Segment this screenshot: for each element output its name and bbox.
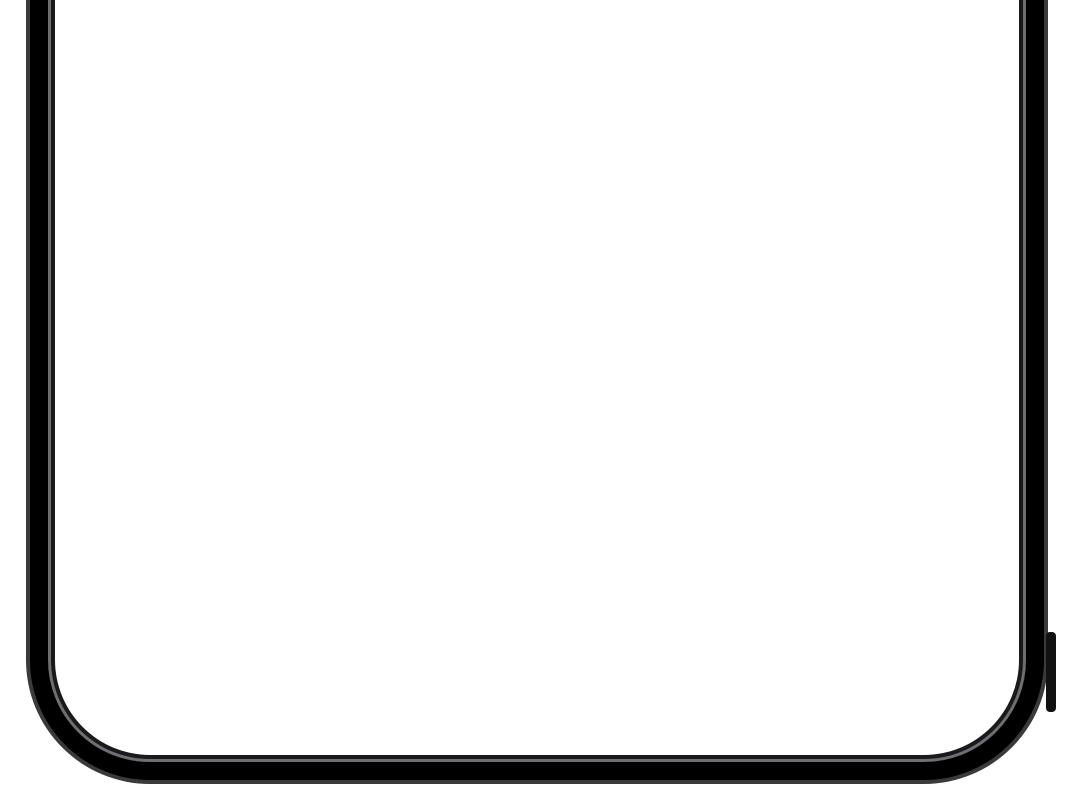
albums-icon xyxy=(621,616,675,668)
row-body: Importe 22,494 xyxy=(186,78,948,178)
row-label: Zuletzt gelöscht xyxy=(200,404,494,452)
phone-screen: Sonstige Importe 22,494 xyxy=(66,0,1008,760)
tab-label: Für dich xyxy=(382,674,469,702)
row-duplicates[interactable]: Duplikate 10,240 xyxy=(126,178,948,278)
row-recently-deleted[interactable]: Zuletzt gelöscht xyxy=(126,378,948,478)
search-icon xyxy=(844,616,898,668)
home-indicator[interactable] xyxy=(387,732,687,742)
chevron-right-icon xyxy=(926,211,948,245)
lock-icon xyxy=(886,413,912,443)
row-label: Importe xyxy=(200,104,342,152)
row-hidden[interactable]: Ausgeblendet xyxy=(126,278,948,378)
duplicate-icon xyxy=(126,206,186,250)
tab-label: Mediathek xyxy=(148,674,259,702)
content-area: Sonstige Importe 22,494 xyxy=(66,0,1008,478)
trash-icon xyxy=(126,406,186,450)
chevron-right-icon xyxy=(926,111,948,145)
tab-label: Suchen xyxy=(830,674,911,702)
import-icon xyxy=(126,106,186,150)
viewport: Sonstige Importe 22,494 xyxy=(0,0,1070,803)
row-count: 10,240 xyxy=(796,206,912,249)
row-label: Ausgeblendet xyxy=(200,304,457,352)
hidden-eye-icon xyxy=(126,306,186,350)
row-body: Zuletzt gelöscht xyxy=(186,378,948,478)
row-count: 22,494 xyxy=(796,106,912,149)
tab-albums[interactable]: Alben xyxy=(537,616,760,702)
utilities-list: Importe 22,494 xyxy=(126,78,948,478)
row-imports[interactable]: Importe 22,494 xyxy=(126,78,948,178)
tab-for-you[interactable]: Für dich xyxy=(315,616,538,702)
library-icon xyxy=(176,616,230,668)
section-title: Sonstige xyxy=(126,0,948,38)
row-body: Duplikate 10,240 xyxy=(186,178,948,278)
chevron-right-icon xyxy=(926,311,948,345)
lock-icon xyxy=(886,313,912,343)
tab-label: Alben xyxy=(618,674,679,702)
row-body: Ausgeblendet xyxy=(186,278,948,378)
tab-library[interactable]: Mediathek xyxy=(92,616,315,702)
tab-search[interactable]: Suchen xyxy=(760,616,983,702)
tab-bar: Mediathek Für dich xyxy=(66,604,1008,714)
chevron-right-icon xyxy=(926,411,948,445)
row-label: Duplikate xyxy=(200,204,375,252)
for-you-icon xyxy=(399,616,453,668)
